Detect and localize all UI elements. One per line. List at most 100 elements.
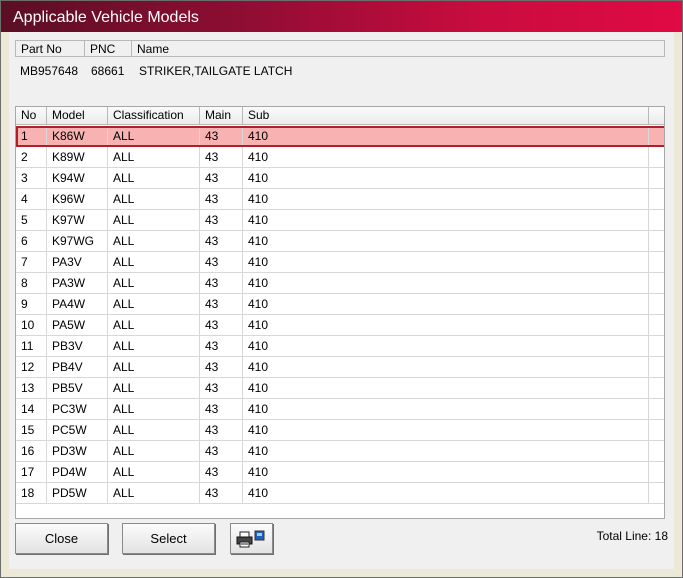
pnc-value: 68661: [91, 64, 125, 78]
cell-no: 10: [16, 315, 47, 336]
cell-sub: 410: [243, 357, 649, 378]
cell-spacer: [649, 483, 664, 504]
cell-model: K96W: [47, 189, 108, 210]
cell-classification: ALL: [108, 378, 200, 399]
cell-main: 43: [200, 441, 243, 462]
dialog-content: Part No PNC Name MB957648 68661 STRIKER,…: [9, 32, 674, 569]
table-row[interactable]: 2 K89W ALL 43 410: [16, 147, 664, 168]
cell-spacer: [649, 273, 664, 294]
cell-main: 43: [200, 189, 243, 210]
cell-spacer: [649, 399, 664, 420]
cell-no: 9: [16, 294, 47, 315]
table-row[interactable]: 13 PB5V ALL 43 410: [16, 378, 664, 399]
table-row[interactable]: 4 K96W ALL 43 410: [16, 189, 664, 210]
cell-no: 1: [16, 126, 47, 147]
total-line-count: Total Line: 18: [596, 529, 668, 543]
cell-spacer: [649, 441, 664, 462]
cell-main: 43: [200, 399, 243, 420]
cell-classification: ALL: [108, 336, 200, 357]
cell-sub: 410: [243, 399, 649, 420]
cell-spacer: [649, 168, 664, 189]
cell-model: K94W: [47, 168, 108, 189]
cell-sub: 410: [243, 336, 649, 357]
cell-sub: 410: [243, 147, 649, 168]
close-button[interactable]: Close: [15, 523, 108, 554]
table-row[interactable]: 12 PB4V ALL 43 410: [16, 357, 664, 378]
cell-sub: 410: [243, 231, 649, 252]
vehicle-models-table[interactable]: No Model Classification Main Sub 1 K86W AL…: [15, 106, 665, 519]
col-header-no[interactable]: No: [16, 107, 47, 125]
cell-sub: 410: [243, 483, 649, 504]
cell-spacer: [649, 189, 664, 210]
cell-sub: 410: [243, 462, 649, 483]
col-header-main[interactable]: Main: [200, 107, 243, 125]
table-row[interactable]: 6 K97WG ALL 43 410: [16, 231, 664, 252]
title-bar[interactable]: Applicable Vehicle Models: [1, 1, 682, 32]
cell-model: K89W: [47, 147, 108, 168]
cell-spacer: [649, 252, 664, 273]
table-row[interactable]: 10 PA5W ALL 43 410: [16, 315, 664, 336]
cell-no: 8: [16, 273, 47, 294]
cell-sub: 410: [243, 420, 649, 441]
cell-model: PA4W: [47, 294, 108, 315]
cell-spacer: [649, 357, 664, 378]
select-button[interactable]: Select: [122, 523, 215, 554]
cell-model: PA3W: [47, 273, 108, 294]
cell-classification: ALL: [108, 168, 200, 189]
applicable-models-window: Applicable Vehicle Models Part No PNC Na…: [0, 0, 683, 578]
cell-model: PA5W: [47, 315, 108, 336]
cell-classification: ALL: [108, 462, 200, 483]
cell-main: 43: [200, 252, 243, 273]
cell-model: PD4W: [47, 462, 108, 483]
cell-classification: ALL: [108, 126, 200, 147]
cell-model: PC3W: [47, 399, 108, 420]
cell-no: 13: [16, 378, 47, 399]
cell-spacer: [649, 147, 664, 168]
table-row[interactable]: 9 PA4W ALL 43 410: [16, 294, 664, 315]
table-row[interactable]: 1 K86W ALL 43 410: [16, 126, 664, 147]
cell-model: K97WG: [47, 231, 108, 252]
table-row[interactable]: 14 PC3W ALL 43 410: [16, 399, 664, 420]
cell-model: K97W: [47, 210, 108, 231]
table-row[interactable]: 8 PA3W ALL 43 410: [16, 273, 664, 294]
part-no-header: Part No: [15, 40, 85, 57]
cell-sub: 410: [243, 252, 649, 273]
cell-sub: 410: [243, 189, 649, 210]
cell-no: 11: [16, 336, 47, 357]
table-row[interactable]: 15 PC5W ALL 43 410: [16, 420, 664, 441]
table-row[interactable]: 16 PD3W ALL 43 410: [16, 441, 664, 462]
printer-icon: [236, 530, 266, 548]
cell-no: 7: [16, 252, 47, 273]
table-row[interactable]: 18 PD5W ALL 43 410: [16, 483, 664, 504]
cell-model: PB4V: [47, 357, 108, 378]
table-row[interactable]: 17 PD4W ALL 43 410: [16, 462, 664, 483]
table-row[interactable]: 3 K94W ALL 43 410: [16, 168, 664, 189]
part-info-header: Part No PNC Name: [15, 40, 665, 58]
cell-sub: 410: [243, 210, 649, 231]
cell-model: PC5W: [47, 420, 108, 441]
cell-model: PB5V: [47, 378, 108, 399]
cell-no: 14: [16, 399, 47, 420]
print-button[interactable]: [230, 523, 273, 554]
cell-classification: ALL: [108, 315, 200, 336]
pnc-header: PNC: [85, 40, 132, 57]
cell-classification: ALL: [108, 210, 200, 231]
table-row[interactable]: 7 PA3V ALL 43 410: [16, 252, 664, 273]
table-row[interactable]: 5 K97W ALL 43 410: [16, 210, 664, 231]
cell-sub: 410: [243, 126, 649, 147]
cell-main: 43: [200, 378, 243, 399]
col-header-model[interactable]: Model: [47, 107, 108, 125]
cell-main: 43: [200, 126, 243, 147]
part-info-row: MB957648 68661 STRIKER,TAILGATE LATCH: [15, 63, 665, 79]
col-header-sub[interactable]: Sub: [243, 107, 649, 125]
cell-no: 17: [16, 462, 47, 483]
cell-main: 43: [200, 168, 243, 189]
table-row[interactable]: 11 PB3V ALL 43 410: [16, 336, 664, 357]
cell-spacer: [649, 315, 664, 336]
cell-classification: ALL: [108, 294, 200, 315]
cell-no: 6: [16, 231, 47, 252]
cell-classification: ALL: [108, 147, 200, 168]
cell-no: 18: [16, 483, 47, 504]
cell-main: 43: [200, 315, 243, 336]
col-header-classification[interactable]: Classification: [108, 107, 200, 125]
